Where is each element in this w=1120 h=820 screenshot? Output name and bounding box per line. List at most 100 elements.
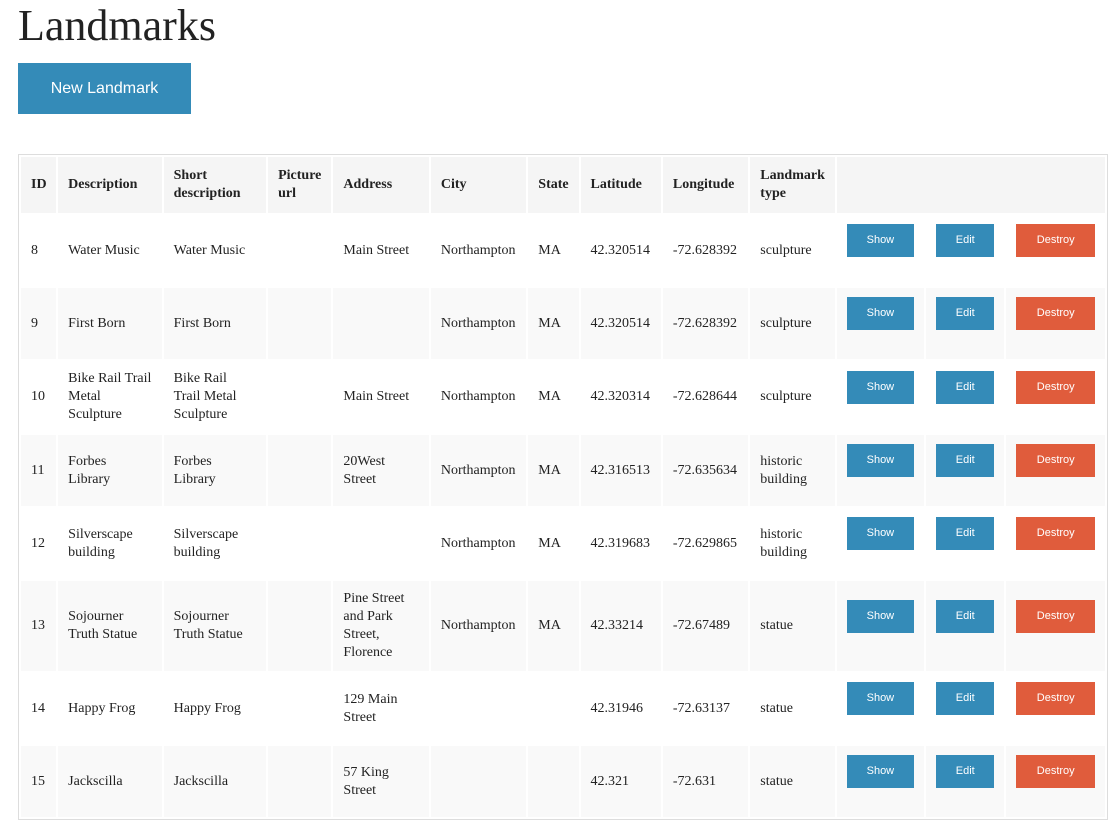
edit-button[interactable]: Edit <box>936 224 995 257</box>
table-row: 14 Happy Frog Happy Frog 129 Main Street 42.… <box>21 673 1105 744</box>
table-row: 12 Silverscape building Silverscape buildi… <box>21 508 1105 579</box>
header-id: ID <box>21 157 57 213</box>
destroy-button[interactable]: Destroy <box>1016 517 1095 550</box>
cell-latitude: 42.320514 <box>590 242 651 258</box>
cell-latitude: 42.320314 <box>590 389 651 404</box>
header-landmark-type: Landmark type <box>750 157 835 213</box>
cell-destroy: Destroy <box>1006 361 1105 433</box>
landmarks-table: ID Description Short description Picture… <box>18 154 1108 820</box>
destroy-button[interactable]: Destroy <box>1016 370 1095 404</box>
table-row: 8 Water Music Water Music Main Street Northa… <box>21 215 1105 286</box>
cell-short-description: Forbes Library <box>163 435 267 506</box>
edit-button[interactable]: Edit <box>936 444 995 477</box>
table-row: 11 Forbes Library Forbes Library 20West Str… <box>21 435 1105 506</box>
cell-description: Jackscilla <box>58 746 162 817</box>
cell-address: Main Street <box>343 242 410 258</box>
cell-destroy: Destroy <box>1006 508 1105 579</box>
cell-show: Show <box>837 508 924 579</box>
cell-latitude: 42.316513 <box>580 435 661 506</box>
cell-address: 57 King Street <box>333 746 429 817</box>
edit-button[interactable]: Edit <box>936 682 995 715</box>
cell-show: Show <box>836 288 925 359</box>
cell-destroy: Destroy <box>1006 288 1105 359</box>
table-row: 13 Sojourner Truth Statue Sojourner Truth … <box>21 581 1105 671</box>
cell-short-description: Sojourner Truth Statue <box>163 581 267 671</box>
cell-city: Northampton <box>440 389 516 404</box>
show-button[interactable]: Show <box>846 444 915 477</box>
cell-city <box>431 673 526 744</box>
cell-address: 129 Main Street <box>343 691 398 725</box>
cell-id: 12 <box>31 535 45 551</box>
cell-id: 14 <box>31 700 45 716</box>
cell-edit: Edit <box>926 673 1004 744</box>
show-button[interactable]: Show <box>846 517 915 550</box>
cell-longitude: -72.631 <box>662 746 749 817</box>
cell-picture-url <box>268 288 332 359</box>
header-description: Description <box>58 157 162 213</box>
cell-longitude: -72.629865 <box>672 535 738 551</box>
cell-longitude: -72.67489 <box>662 581 749 671</box>
cell-state: MA <box>528 288 579 359</box>
destroy-button[interactable]: Destroy <box>1016 599 1095 633</box>
cell-description: Silverscape building <box>68 526 133 560</box>
cell-longitude: -72.628644 <box>672 389 738 404</box>
show-button[interactable]: Show <box>846 370 915 404</box>
show-button[interactable]: Show <box>846 297 915 330</box>
cell-latitude: 42.321 <box>580 746 661 817</box>
table-header-row: ID Description Short description Picture… <box>21 157 1105 213</box>
destroy-button[interactable]: Destroy <box>1016 755 1095 788</box>
cell-picture-url <box>268 361 331 433</box>
cell-show: Show <box>837 361 924 433</box>
destroy-button[interactable]: Destroy <box>1016 682 1095 715</box>
header-latitude: Latitude <box>580 157 661 213</box>
cell-description: Bike Rail Trail Metal Sculpture <box>68 371 152 422</box>
cell-short-description: Jackscilla <box>163 746 267 817</box>
cell-description: First Born <box>58 288 162 359</box>
cell-show: Show <box>837 215 924 286</box>
cell-landmark-type: statue <box>750 581 835 671</box>
header-short-description: Short description <box>163 157 267 213</box>
show-button[interactable]: Show <box>846 755 915 788</box>
cell-picture-url <box>268 508 331 579</box>
cell-short-description: Happy Frog <box>173 700 241 716</box>
show-button[interactable]: Show <box>846 224 915 257</box>
cell-city: Northampton <box>440 242 516 258</box>
cell-edit: Edit <box>926 746 1005 817</box>
show-button[interactable]: Show <box>846 599 915 633</box>
destroy-button[interactable]: Destroy <box>1016 297 1095 330</box>
cell-short-description: Bike Rail Trail Metal Sculpture <box>173 371 237 422</box>
cell-picture-url <box>268 215 331 286</box>
show-button[interactable]: Show <box>846 682 915 715</box>
destroy-button[interactable]: Destroy <box>1016 224 1095 257</box>
cell-latitude: 42.319683 <box>590 535 651 551</box>
new-landmark-button[interactable]: New Landmark <box>18 63 191 114</box>
cell-state: MA <box>538 242 561 258</box>
cell-address <box>333 508 428 579</box>
edit-button[interactable]: Edit <box>936 517 995 550</box>
cell-address: 20West Street <box>333 435 429 506</box>
cell-id: 8 <box>31 242 38 258</box>
edit-button[interactable]: Edit <box>936 599 995 633</box>
cell-show: Show <box>836 746 925 817</box>
cell-id: 15 <box>21 746 57 817</box>
cell-landmark-type: sculpture <box>760 242 812 258</box>
cell-id: 13 <box>21 581 57 671</box>
cell-id: 11 <box>21 435 57 506</box>
cell-picture-url <box>268 435 332 506</box>
destroy-button[interactable]: Destroy <box>1016 444 1095 477</box>
edit-button[interactable]: Edit <box>936 755 995 788</box>
cell-edit: Edit <box>926 435 1005 506</box>
cell-latitude: 42.31946 <box>590 700 644 716</box>
cell-short-description: Water Music <box>173 242 246 258</box>
cell-edit: Edit <box>926 215 1004 286</box>
cell-landmark-type: statue <box>760 700 793 716</box>
cell-show: Show <box>836 581 925 671</box>
cell-short-description: Silverscape building <box>173 526 239 560</box>
edit-button[interactable]: Edit <box>936 370 995 404</box>
cell-state: MA <box>528 435 579 506</box>
cell-description: Happy Frog <box>68 700 136 716</box>
edit-button[interactable]: Edit <box>936 297 995 330</box>
cell-city: Northampton <box>440 535 516 551</box>
cell-longitude: -72.628392 <box>672 242 738 258</box>
cell-picture-url <box>268 673 331 744</box>
